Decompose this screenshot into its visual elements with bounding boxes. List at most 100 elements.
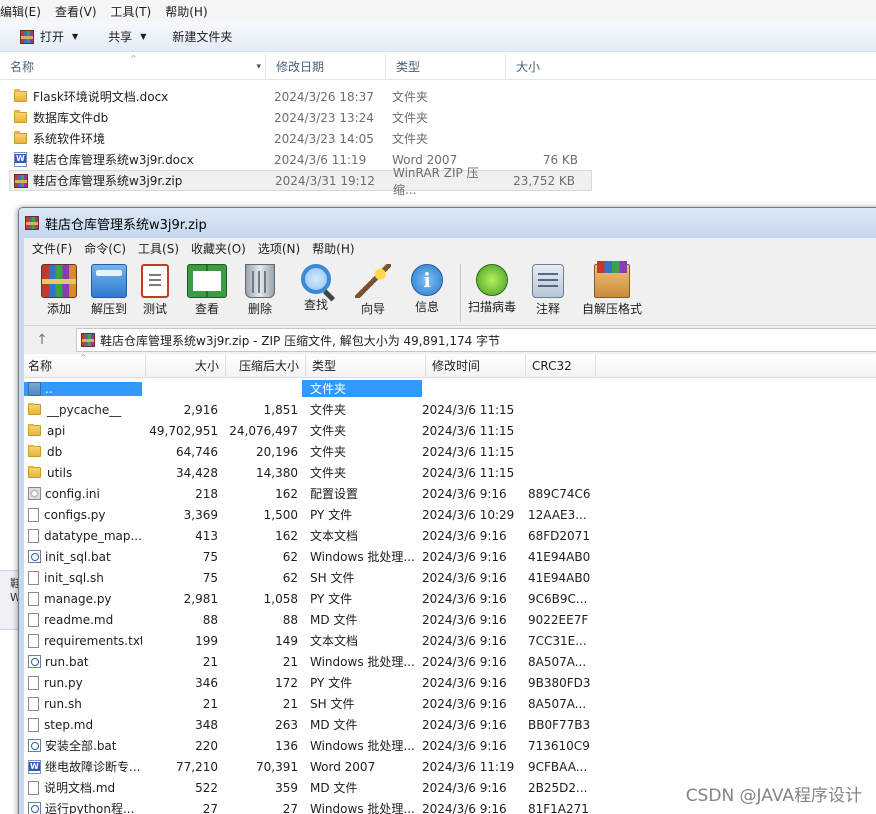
column-name[interactable]: 名称 ^ (24, 353, 146, 378)
info-button[interactable]: 信息 (408, 264, 446, 315)
menu-favorites[interactable]: 收藏夹(O) (185, 240, 252, 257)
column-size[interactable]: 大小 (146, 354, 226, 378)
up-arrow-icon[interactable]: ↑ (30, 332, 54, 348)
menu-file[interactable]: 文件(F) (24, 240, 78, 257)
share-label: 共享 (108, 30, 133, 44)
test-button[interactable]: 测试 (138, 264, 172, 317)
wizard-button[interactable]: 向导 (352, 264, 394, 317)
file-packed-size: 21 (282, 696, 298, 711)
column-type[interactable]: 类型 (386, 53, 506, 80)
settings-file-icon (28, 487, 41, 500)
column-modified[interactable]: 修改时间 (426, 354, 526, 378)
file-crc32: 41E94AB0 (528, 549, 591, 564)
menu-tools[interactable]: 工具(T) (111, 3, 162, 20)
menu-options[interactable]: 选项(N) (252, 240, 306, 257)
file-modified: 2024/3/6 9:16 (422, 486, 507, 501)
table-row[interactable]: requirements.txt 199 149 文本文档 2024/3/6 9:16 7… (24, 630, 876, 651)
file-name: 数据库文件db (33, 111, 109, 125)
table-row[interactable]: datatype_map.... 413 162 文本文档 2024/3/6 9:16 6… (24, 525, 876, 546)
column-name[interactable]: 名称 ^ ▾ (0, 53, 266, 80)
virus-scan-button[interactable]: 扫描病毒 (465, 264, 519, 315)
new-folder-button[interactable]: 新建文件夹 (156, 25, 242, 49)
table-row[interactable]: init_sql.sh 75 62 SH 文件 2024/3/6 9:16 41E94AB… (24, 567, 876, 588)
file-size: 64,746 (176, 444, 218, 459)
column-crc32[interactable]: CRC32 (526, 354, 596, 378)
menu-commands[interactable]: 命令(C) (78, 240, 132, 257)
file-crc32: 12AAE3... (528, 507, 587, 522)
column-size[interactable]: 大小 (506, 54, 586, 80)
file-type: PY 文件 (310, 676, 353, 690)
file-size: 75 (202, 570, 218, 585)
file-name: .. (45, 381, 53, 396)
menu-help[interactable]: 帮助(H) (165, 3, 217, 20)
file-crc32: 81F1A271 (528, 801, 589, 814)
file-name-cell: 说明文档.md (24, 779, 142, 796)
file-name-cell: .. (24, 381, 142, 396)
file-name: __pycache__ (47, 402, 122, 417)
file-name: step.md (44, 717, 94, 732)
delete-button[interactable]: 删除 (242, 264, 278, 317)
table-row[interactable]: step.md 348 263 MD 文件 2024/3/6 9:16 BB0F77B3 (24, 714, 876, 735)
menu-tools[interactable]: 工具(S) (132, 240, 185, 257)
file-crc32: 9B380FD3 (528, 675, 591, 690)
open-button[interactable]: 打开 ▼ (0, 25, 88, 49)
column-packed-size[interactable]: 压缩后大小 (226, 354, 306, 378)
winrar-window: 鞋店仓库管理系统w3j9r.zip 文件(F) 命令(C) 工具(S) 收藏夹(… (18, 207, 876, 814)
file-type: 配置设置 (310, 487, 359, 501)
extract-to-button[interactable]: 解压到 (88, 264, 130, 317)
chevron-down-icon[interactable]: ▾ (256, 54, 261, 80)
table-row[interactable]: configs.py 3,369 1,500 PY 文件 2024/3/6 10:29 1… (24, 504, 876, 525)
menu-edit[interactable]: 编辑(E) (0, 3, 51, 20)
table-row[interactable]: manage.py 2,981 1,058 PY 文件 2024/3/6 9:16 9C6… (24, 588, 876, 609)
table-row[interactable]: utils 34,428 14,380 文件夹 2024/3/6 11:15 (24, 462, 876, 483)
file-name-cell: init_sql.bat (24, 550, 142, 564)
archive-path-field[interactable]: 鞋店仓库管理系统w3j9r.zip - ZIP 压缩文件, 解包大小为 49,8… (76, 328, 876, 352)
file-name: 鞋店仓库管理系统w3j9r.docx (33, 153, 194, 167)
list-item-selected[interactable]: 鞋店仓库管理系统w3j9r.zip 2024/3/31 19:12 WinRAR… (9, 166, 592, 197)
list-item[interactable]: 数据库文件db 2024/3/23 13:24 文件夹 (0, 107, 876, 128)
table-row[interactable]: init_sql.bat 75 62 Windows 批处理... 2024/3/6 9… (24, 546, 876, 567)
table-row[interactable]: run.bat 21 21 Windows 批处理... 2024/3/6 9:16 8A… (24, 651, 876, 672)
table-row[interactable]: run.sh 21 21 SH 文件 2024/3/6 9:16 8A507A... (24, 693, 876, 714)
table-row[interactable]: api 49,702,951 24,076,497 文件夹 2024/3/6 11:15 (24, 420, 876, 441)
folder-icon (14, 89, 27, 102)
file-date: 2024/3/31 19:12 (275, 173, 375, 188)
watermark: CSDN @JAVA程序设计 (685, 786, 862, 806)
table-row[interactable]: 继电故障诊断专... 77,210 70,391 Word 2007 2024/3/6 … (24, 756, 876, 777)
winrar-icon (20, 29, 34, 44)
view-button[interactable]: 查看 (184, 264, 230, 317)
toolbar-divider (460, 264, 462, 322)
file-packed-size: 162 (275, 528, 298, 543)
file-packed-size: 20,196 (256, 444, 298, 459)
table-row[interactable]: db 64,746 20,196 文件夹 2024/3/6 11:15 (24, 441, 876, 462)
add-button[interactable]: 添加 (38, 264, 80, 317)
sfx-button[interactable]: 自解压格式 (579, 261, 645, 317)
table-row[interactable]: __pycache__ 2,916 1,851 文件夹 2024/3/6 11:15 (24, 399, 876, 420)
file-modified: 2024/3/6 9:16 (422, 675, 507, 690)
batch-file-icon (28, 739, 41, 752)
menu-help[interactable]: 帮助(H) (306, 240, 360, 257)
table-row-selected[interactable]: .. 文件夹 (24, 378, 876, 399)
column-date[interactable]: 修改日期 (266, 53, 386, 80)
file-icon (28, 633, 39, 648)
table-row[interactable]: config.ini 218 162 配置设置 2024/3/6 9:16 889C74C… (24, 483, 876, 504)
chevron-down-icon: ▼ (140, 32, 147, 41)
window-titlebar[interactable]: 鞋店仓库管理系统w3j9r.zip (19, 208, 876, 238)
winrar-archive-icon (14, 173, 28, 188)
column-type[interactable]: 类型 (306, 354, 426, 378)
table-row[interactable]: readme.md 88 88 MD 文件 2024/3/6 9:16 9022EE7F (24, 609, 876, 630)
file-modified: 2024/3/6 9:16 (422, 780, 507, 795)
column-type-label: 类型 (312, 359, 337, 373)
winrar-menubar: 文件(F) 命令(C) 工具(S) 收藏夹(O) 选项(N) 帮助(H) (24, 238, 876, 258)
list-item[interactable]: Flask环境说明文档.docx 2024/3/26 18:37 文件夹 (0, 86, 876, 107)
share-button[interactable]: 共享 ▼ (88, 25, 156, 49)
table-row[interactable]: 安装全部.bat 220 136 Windows 批处理... 2024/3/6 9:1… (24, 735, 876, 756)
background-window-edge: 鞋W (0, 570, 21, 630)
file-name: run.bat (45, 654, 89, 669)
find-button[interactable]: 查找 (298, 264, 334, 313)
menu-view[interactable]: 查看(V) (55, 3, 107, 20)
comment-button[interactable]: 注释 (529, 264, 567, 317)
table-row[interactable]: run.py 346 172 PY 文件 2024/3/6 9:16 9B380FD3 (24, 672, 876, 693)
list-item[interactable]: 系统软件环境 2024/3/23 14:05 文件夹 (0, 128, 876, 149)
file-modified: 2024/3/6 11:15 (422, 444, 515, 459)
